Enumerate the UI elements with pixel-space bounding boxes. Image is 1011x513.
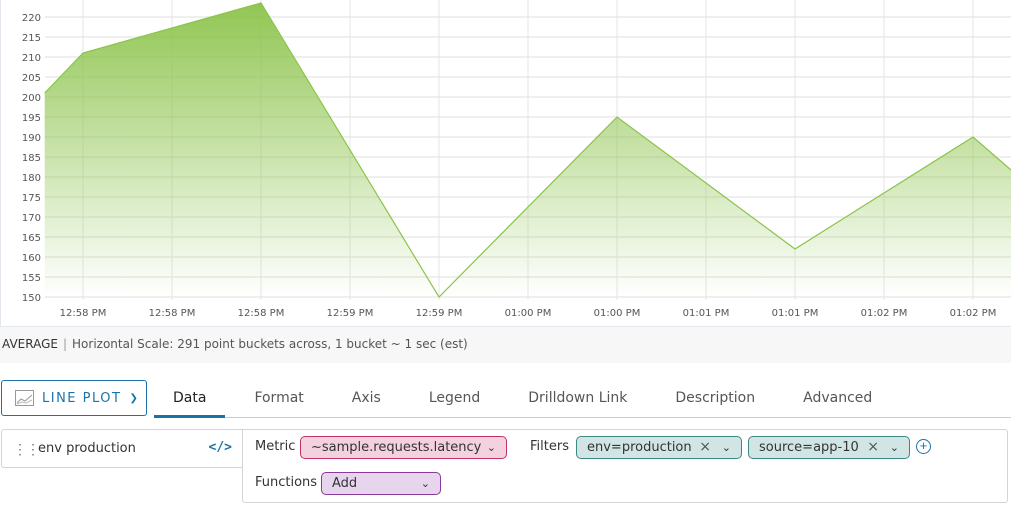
query-row: ⋮⋮ env production </> Metric ~sample.req… [0,427,1011,507]
add-filter-plus-icon[interactable]: + [916,439,931,454]
functions-value: Add [332,476,358,491]
query-name[interactable]: env production [38,441,136,456]
y-tick-label: 215 [22,33,41,44]
filter-pill[interactable]: env=production × ⌄ [576,436,742,459]
separator: | [62,337,68,351]
y-tick-label: 155 [22,273,41,284]
line-chart: 150 155 160 165 170 175 180 185 190 195 200 205 210 2… [22,0,1011,319]
tab-advanced[interactable]: Advanced [784,380,891,418]
x-tick-label: 01:01 PM [772,308,819,319]
tab-format[interactable]: Format [235,380,322,418]
drag-handle-icon[interactable]: ⋮⋮ [13,442,40,456]
query-name-panel: ⋮⋮ env production </> [1,429,243,468]
y-tick-label: 195 [22,113,41,124]
x-tick-label: 01:02 PM [861,308,908,319]
tab-legend[interactable]: Legend [410,380,499,418]
tab-axis[interactable]: Axis [333,380,400,418]
plot-type-label: LINE PLOT [42,390,122,406]
plot-type-dropdown[interactable]: LINE PLOT ❯ [1,380,147,416]
functions-select[interactable]: Add ⌄ [321,472,441,495]
close-icon[interactable]: × [867,437,879,458]
chevron-down-icon: ⌄ [420,477,430,490]
horizontal-scale-bar: AVERAGE | Horizontal Scale: 291 point buck… [0,327,1011,363]
y-tick-label: 165 [22,233,41,244]
y-tick-label: 190 [22,133,41,144]
code-toggle-icon[interactable]: </> [209,440,232,455]
metric-value: ~sample.requests.latency [311,440,482,455]
filter-value: source=app-10 [759,440,859,455]
chevron-down-icon[interactable]: ⌄ [722,437,731,458]
tab-drilldown-link[interactable]: Drilldown Link [509,380,646,418]
editor-tabs: Data Format Axis Legend Drilldown Link Descri… [154,380,1011,418]
x-tick-label: 01:02 PM [950,308,997,319]
x-tick-label: 01:00 PM [505,308,552,319]
y-axis: 150 155 160 165 170 175 180 185 190 195 200 205 210 2… [22,13,41,304]
y-tick-label: 180 [22,173,41,184]
y-tick-label: 205 [22,73,41,84]
x-tick-label: 12:58 PM [149,308,196,319]
y-tick-label: 210 [22,53,41,64]
x-tick-label: 12:59 PM [416,308,463,319]
x-tick-label: 01:01 PM [683,308,730,319]
y-tick-label: 175 [22,193,41,204]
line-plot-icon [15,390,34,406]
x-tick-label: 12:58 PM [60,308,107,319]
x-tick-label: 01:00 PM [594,308,641,319]
scale-description: Horizontal Scale: 291 point buckets acro… [72,337,468,351]
query-builder: Metric ~sample.requests.latency ⌄ Filter… [242,429,1008,503]
filter-value: env=production [587,440,692,455]
functions-label: Functions [255,475,318,490]
y-tick-label: 185 [22,153,41,164]
metric-label: Metric [255,439,296,454]
chart-editor-toolbar: LINE PLOT ❯ Data Format Axis Legend Drilldow… [0,363,1011,419]
y-tick-label: 170 [22,213,41,224]
y-tick-label: 220 [22,13,41,24]
y-tick-label: 200 [22,93,41,104]
chevron-down-icon[interactable]: ⌄ [890,437,899,458]
filters-label: Filters [530,439,569,454]
x-tick-label: 12:58 PM [238,308,285,319]
aggregation-label: AVERAGE [2,337,58,351]
filter-pill[interactable]: source=app-10 × ⌄ [748,436,910,459]
chevron-down-icon: ⌄ [486,441,496,454]
tab-data[interactable]: Data [154,380,226,418]
y-tick-label: 150 [22,293,41,304]
close-icon[interactable]: × [699,437,711,458]
x-tick-label: 12:59 PM [327,308,374,319]
chevron-down-icon: ❯ [129,392,138,404]
metric-select[interactable]: ~sample.requests.latency ⌄ [300,436,507,459]
chart-panel: 150 155 160 165 170 175 180 185 190 195 200 205 210 2… [0,0,1011,327]
y-tick-label: 160 [22,253,41,264]
x-axis: 12:58 PM 12:58 PM 12:58 PM 12:59 PM 12:59 PM… [60,308,997,319]
tab-description[interactable]: Description [656,380,774,418]
